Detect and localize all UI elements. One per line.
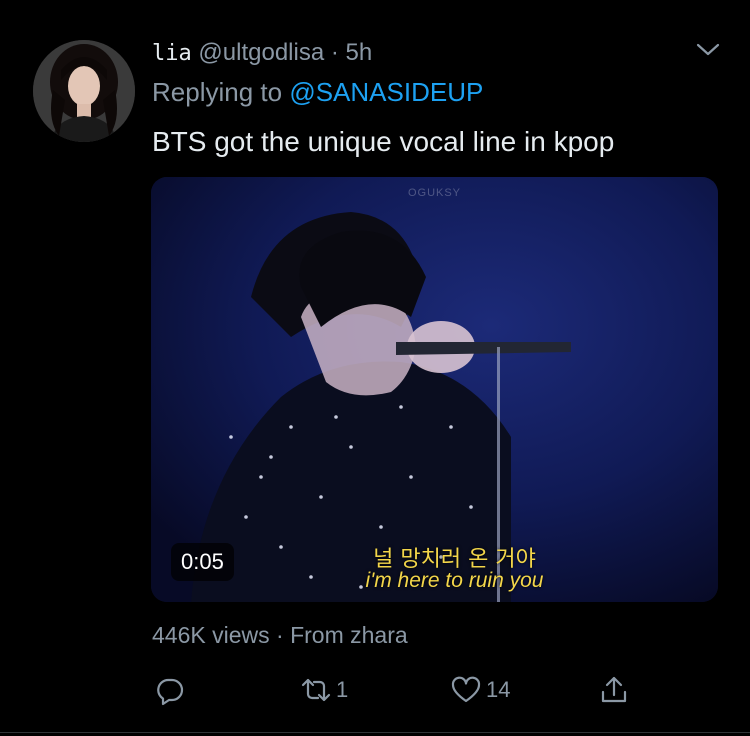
username-handle[interactable]: @ultgodlisa (198, 39, 324, 66)
replying-to-label: Replying to (152, 77, 290, 107)
display-name[interactable]: lia (152, 41, 192, 66)
retweet-count: 1 (336, 677, 349, 702)
subtitle-english: i'm here to ruin you (365, 569, 544, 592)
video-watermark: OGUKSY (407, 187, 462, 199)
reply-button[interactable] (154, 670, 190, 710)
tweet-divider (0, 732, 750, 733)
like-button[interactable]: 14 (450, 670, 510, 710)
view-count: 446K views (152, 622, 270, 648)
heart-icon (451, 676, 481, 703)
tweet-time[interactable]: 5h (346, 39, 373, 66)
retweet-icon (301, 678, 331, 702)
tweet-text: BTS got the unique vocal line in kpop (152, 126, 615, 157)
share-button[interactable] (598, 670, 630, 710)
share-icon (601, 676, 627, 703)
video-frame (151, 177, 718, 602)
header-separator: · (324, 39, 346, 66)
video-player[interactable]: OGUKSY 0:05 널 망치러 온 거야 i'm here to ruin … (151, 177, 718, 602)
tweet-header: lia @ultgodlisa · 5h (152, 36, 372, 71)
retweet-button[interactable]: 1 (300, 670, 348, 710)
reply-icon (157, 678, 184, 706)
chevron-down-icon[interactable] (693, 38, 723, 62)
video-stats: 446K views · From zhara (152, 619, 408, 651)
replying-to-line: Replying to @SANASIDEUP (152, 74, 483, 110)
video-source[interactable]: From zhara (290, 622, 408, 648)
like-count: 14 (486, 677, 511, 702)
avatar[interactable] (33, 40, 135, 142)
handle-text: @ultgodlisa (198, 39, 325, 66)
replying-to-link[interactable]: @SANASIDEUP (289, 77, 483, 107)
tweet[interactable]: lia @ultgodlisa · 5h Replying to @SANASI… (0, 0, 750, 736)
tweet-actions: 1 14 (152, 670, 652, 710)
avatar-image (33, 40, 135, 142)
stats-separator: · (269, 622, 291, 648)
